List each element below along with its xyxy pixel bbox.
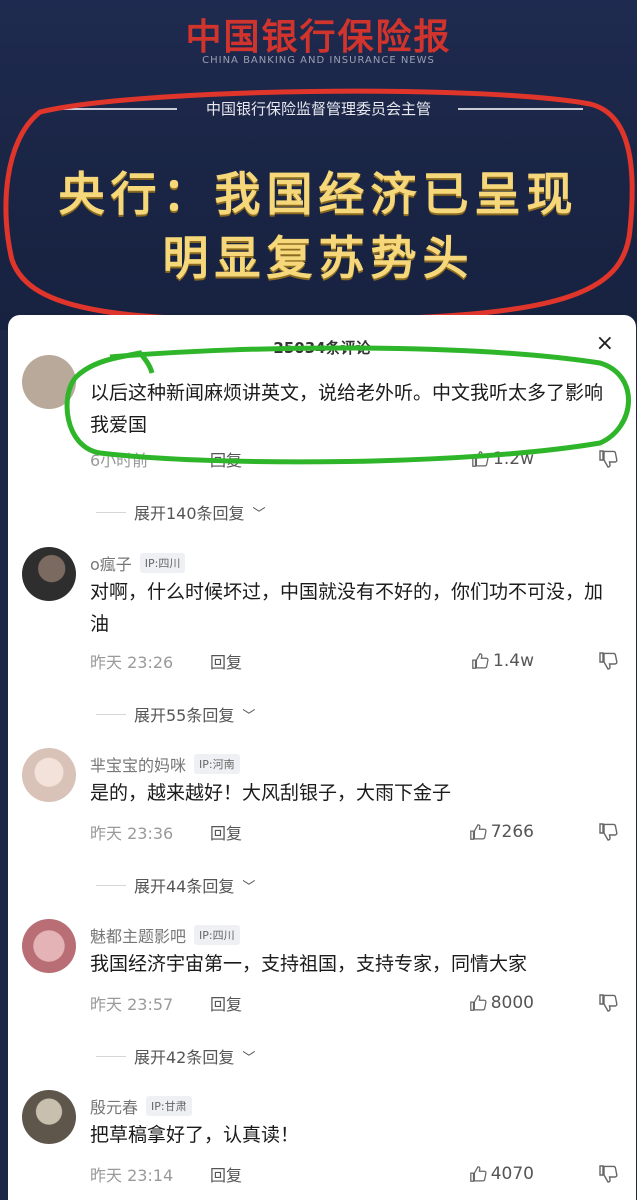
like-button[interactable]: 8000 xyxy=(469,993,534,1013)
like-button[interactable]: 7266 xyxy=(469,822,534,842)
thumbs-down-icon[interactable] xyxy=(598,993,618,1013)
like-count: 8000 xyxy=(490,993,534,1013)
headline-line-1: 央行：我国经济已呈现 xyxy=(58,167,579,221)
comment-time: 昨天 23:57 xyxy=(90,995,174,1014)
avatar[interactable] xyxy=(22,1090,76,1144)
reply-button[interactable]: 回复 xyxy=(210,820,242,844)
expand-replies-label: 展开55条回复 xyxy=(134,706,235,725)
headline-line-2: 明显复苏势头 xyxy=(162,231,475,285)
comment-text: 以后这种新闻麻烦讲英文，说给老外听。中文我听太多了影响我爱国 xyxy=(90,382,604,436)
comment-meta: 芈宝宝的妈咪 IP:河南 xyxy=(90,752,240,776)
comment-time: 昨天 23:26 xyxy=(90,653,174,672)
comment-time: 昨天 23:14 xyxy=(90,1166,174,1185)
chevron-down-icon: ﹀ xyxy=(242,879,256,895)
expand-divider xyxy=(96,884,126,886)
comment-sheet: 25034条评论 × 以后这种新闻麻烦讲英文，说给老外听。中文我听太多了影响我爱… xyxy=(8,315,636,1200)
avatar[interactable] xyxy=(22,547,76,601)
ip-badge: IP:河南 xyxy=(194,754,240,774)
reply-button[interactable]: 回复 xyxy=(210,1162,242,1186)
comment-count-title: 25034条评论 xyxy=(273,339,371,357)
like-button[interactable]: 4070 xyxy=(469,1164,534,1184)
username[interactable]: o瘋子 xyxy=(90,551,132,575)
comment-footer: 昨天 23:26 回复 1.4w xyxy=(90,649,618,673)
like-count: 7266 xyxy=(490,822,534,842)
comment-meta: 殷元春 IP:甘肃 xyxy=(90,1094,192,1118)
ip-badge: IP:四川 xyxy=(139,553,186,573)
chevron-down-icon: ﹀ xyxy=(252,506,266,522)
avatar[interactable] xyxy=(22,355,76,409)
comment-time: 昨天 23:36 xyxy=(90,824,174,843)
thumbs-down-icon[interactable] xyxy=(598,651,618,671)
paper-title: 中国银行保险报 xyxy=(185,17,452,58)
reply-button[interactable]: 回复 xyxy=(210,447,242,471)
expand-divider xyxy=(96,713,126,715)
ip-badge: IP:四川 xyxy=(194,925,240,945)
comment-time: 6小时前 xyxy=(90,451,149,470)
thumbs-up-icon xyxy=(472,451,489,467)
expand-divider xyxy=(96,1055,126,1057)
thumbs-down-icon[interactable] xyxy=(598,1164,618,1184)
reply-button[interactable]: 回复 xyxy=(210,649,242,673)
comment-footer: 昨天 23:57 回复 8000 xyxy=(90,991,618,1015)
expand-replies-label: 展开140条回复 xyxy=(134,504,245,523)
thumbs-down-icon[interactable] xyxy=(598,449,618,469)
comment-footer: 6小时前 回复 1.2w xyxy=(90,447,618,471)
username[interactable]: 魅都主题影吧 xyxy=(90,923,186,947)
expand-replies-button[interactable]: 展开42条回复 ﹀ xyxy=(96,1044,255,1068)
supervisor-line: 中国银行保险监督管理委员会主管 xyxy=(205,100,431,118)
thumbs-up-icon xyxy=(469,995,487,1011)
username[interactable]: 殷元春 xyxy=(90,1094,138,1118)
chevron-down-icon: ﹀ xyxy=(242,708,256,724)
paper-subtitle: CHINA BANKING AND INSURANCE NEWS xyxy=(202,55,435,66)
reply-button[interactable]: 回复 xyxy=(210,991,242,1015)
comment-footer: 昨天 23:14 回复 4070 xyxy=(90,1162,618,1186)
chevron-down-icon: ﹀ xyxy=(242,1050,256,1066)
comment-text: 我国经济宇宙第一，支持祖国，支持专家，同情大家 xyxy=(90,953,528,975)
comment-footer: 昨天 23:36 回复 7266 xyxy=(90,820,618,844)
news-banner: 中国银行保险报 CHINA BANKING AND INSURANCE NEWS… xyxy=(0,0,637,330)
expand-replies-button[interactable]: 展开140条回复 ﹀ xyxy=(96,500,266,524)
thumbs-down-icon[interactable] xyxy=(598,822,618,842)
thumbs-up-icon xyxy=(469,824,487,840)
expand-replies-label: 展开42条回复 xyxy=(134,1048,235,1067)
ip-badge: IP:甘肃 xyxy=(146,1096,192,1116)
comment-text: 对啊，什么时候坏过，中国就没有不好的，你们功不可没，加油 xyxy=(90,581,604,635)
comment-meta: 魅都主题影吧 IP:四川 xyxy=(90,923,240,947)
expand-replies-button[interactable]: 展开44条回复 ﹀ xyxy=(96,873,255,897)
username[interactable]: 芈宝宝的妈咪 xyxy=(90,752,186,776)
like-count: 1.4w xyxy=(493,651,534,671)
like-button[interactable]: 1.4w xyxy=(471,651,534,671)
comment-meta: o瘋子 IP:四川 xyxy=(90,551,186,575)
like-count: 4070 xyxy=(490,1164,534,1184)
expand-replies-label: 展开44条回复 xyxy=(134,877,235,896)
expand-replies-button[interactable]: 展开55条回复 ﹀ xyxy=(96,702,255,726)
thumbs-up-icon xyxy=(472,653,489,669)
avatar[interactable] xyxy=(22,748,76,802)
close-icon[interactable]: × xyxy=(596,331,614,356)
comment-text: 把草稿拿好了，认真读！ xyxy=(90,1124,300,1146)
like-count: 1.2w xyxy=(493,449,534,469)
thumbs-up-icon xyxy=(469,1166,487,1182)
expand-divider xyxy=(96,511,126,513)
comment-text: 是的，越来越好！大风刮银子，大雨下金子 xyxy=(90,782,452,804)
like-button[interactable]: 1.2w xyxy=(471,449,534,469)
avatar[interactable] xyxy=(22,919,76,973)
